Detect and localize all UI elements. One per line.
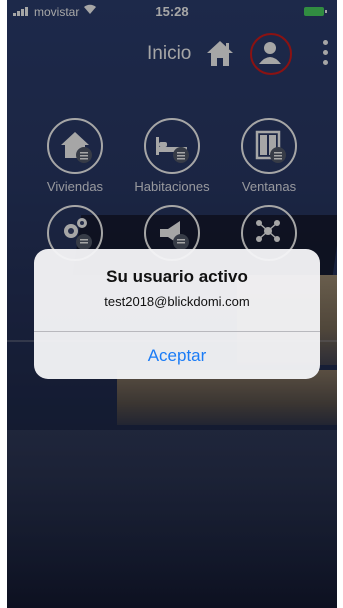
alert-dialog: Su usuario activo test2018@blickdomi.com… [34,249,320,379]
app-screen: movistar 15:28 Inicio Viviendas Habitaci… [7,0,337,608]
alert-message: test2018@blickdomi.com [104,294,250,309]
accept-button[interactable]: Aceptar [34,332,320,379]
alert-title: Su usuario activo [106,267,248,286]
